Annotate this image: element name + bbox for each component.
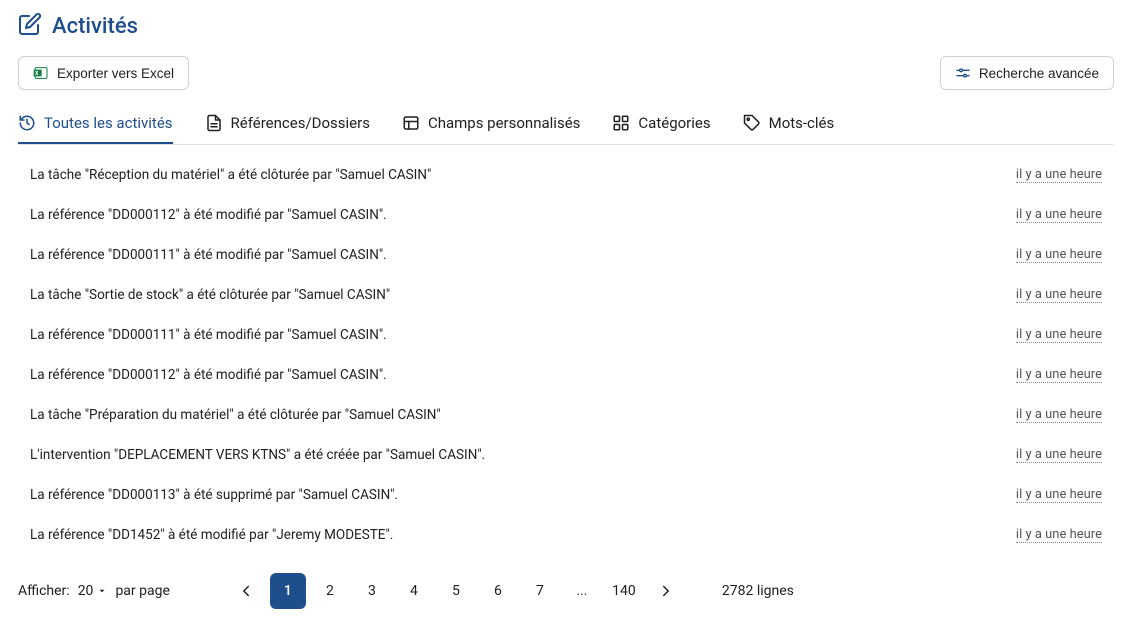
edit-square-icon xyxy=(18,12,42,40)
page-size-select[interactable]: 20 xyxy=(78,583,108,599)
tab-label: Références/Dossiers xyxy=(231,114,370,132)
activity-time[interactable]: il y a une heure xyxy=(1016,327,1102,343)
activity-time[interactable]: il y a une heure xyxy=(1016,407,1102,423)
activity-row: La référence "DD000113" à été supprimé p… xyxy=(18,475,1114,515)
page-button-5[interactable]: 5 xyxy=(438,573,474,609)
activity-text: La tâche "Sortie de stock" a été clôturé… xyxy=(30,287,390,303)
tab-custom-fields[interactable]: Champs personnalisés xyxy=(402,106,580,144)
chevron-right-icon xyxy=(657,582,675,600)
activity-row: L'intervention "DEPLACEMENT VERS KTNS" a… xyxy=(18,435,1114,475)
activity-time[interactable]: il y a une heure xyxy=(1016,167,1102,183)
activity-time[interactable]: il y a une heure xyxy=(1016,527,1102,543)
page-button-4[interactable]: 4 xyxy=(396,573,432,609)
page-button-7[interactable]: 7 xyxy=(522,573,558,609)
activity-text: La référence "DD000111" à été modifié pa… xyxy=(30,247,387,263)
activity-text: La référence "DD000112" à été modifié pa… xyxy=(30,367,387,383)
tab-label: Champs personnalisés xyxy=(428,114,580,132)
page-ellipsis: ... xyxy=(564,573,600,609)
advanced-search-label: Recherche avancée xyxy=(979,66,1099,81)
activity-time[interactable]: il y a une heure xyxy=(1016,367,1102,383)
advanced-search-button[interactable]: Recherche avancée xyxy=(940,56,1114,90)
page-title: Activités xyxy=(52,14,138,39)
tab-all-activities[interactable]: Toutes les activités xyxy=(18,106,173,144)
tab-keywords[interactable]: Mots-clés xyxy=(743,106,835,144)
show-label: Afficher: xyxy=(18,583,70,599)
page-button-1[interactable]: 1 xyxy=(270,573,306,609)
activity-time[interactable]: il y a une heure xyxy=(1016,447,1102,463)
activity-row: La tâche "Préparation du matériel" a été… xyxy=(18,395,1114,435)
tab-label: Toutes les activités xyxy=(44,114,173,132)
tab-references[interactable]: Références/Dossiers xyxy=(205,106,370,144)
per-page-label: par page xyxy=(115,583,169,599)
activity-text: La référence "DD000111" à été modifié pa… xyxy=(30,327,387,343)
total-rows: 2782 lignes xyxy=(722,583,794,599)
activity-row: La référence "DD1452" à été modifié par … xyxy=(18,515,1114,555)
activity-row: La référence "DD000112" à été modifié pa… xyxy=(18,195,1114,235)
activity-text: La tâche "Réception du matériel" a été c… xyxy=(30,167,431,183)
pagination: Afficher: 20 par page 1 2 3 4 5 6 7 ... … xyxy=(18,555,1114,619)
caret-down-icon xyxy=(97,586,107,596)
page-next-button[interactable] xyxy=(648,573,684,609)
sliders-icon xyxy=(955,65,971,81)
export-excel-label: Exporter vers Excel xyxy=(57,66,174,81)
activity-text: L'intervention "DEPLACEMENT VERS KTNS" a… xyxy=(30,447,485,463)
tab-label: Mots-clés xyxy=(769,114,835,132)
tab-categories[interactable]: Catégories xyxy=(612,106,710,144)
activity-text: La référence "DD000113" à été supprimé p… xyxy=(30,487,398,503)
page-button-3[interactable]: 3 xyxy=(354,573,390,609)
page-header: Activités xyxy=(18,12,1114,40)
chevron-left-icon xyxy=(237,582,255,600)
page-size-value: 20 xyxy=(78,583,94,599)
page-button-2[interactable]: 2 xyxy=(312,573,348,609)
activity-list: La tâche "Réception du matériel" a été c… xyxy=(18,155,1114,555)
activity-row: La référence "DD000111" à été modifié pa… xyxy=(18,315,1114,355)
activity-text: La référence "DD000112" à été modifié pa… xyxy=(30,207,387,223)
activity-row: La tâche "Réception du matériel" a été c… xyxy=(18,155,1114,195)
activity-time[interactable]: il y a une heure xyxy=(1016,487,1102,503)
activity-text: La référence "DD1452" à été modifié par … xyxy=(30,527,393,543)
tab-label: Catégories xyxy=(638,114,710,132)
page-button-last[interactable]: 140 xyxy=(606,573,642,609)
page-prev-button[interactable] xyxy=(228,573,264,609)
activity-time[interactable]: il y a une heure xyxy=(1016,207,1102,223)
export-excel-button[interactable]: Exporter vers Excel xyxy=(18,56,189,90)
tabs: Toutes les activités Références/Dossiers… xyxy=(18,106,1114,145)
excel-icon xyxy=(33,65,49,81)
activity-time[interactable]: il y a une heure xyxy=(1016,247,1102,263)
activity-row: La référence "DD000111" à été modifié pa… xyxy=(18,235,1114,275)
activity-row: La référence "DD000112" à été modifié pa… xyxy=(18,355,1114,395)
activity-text: La tâche "Préparation du matériel" a été… xyxy=(30,407,441,423)
activity-time[interactable]: il y a une heure xyxy=(1016,287,1102,303)
activity-row: La tâche "Sortie de stock" a été clôturé… xyxy=(18,275,1114,315)
page-button-6[interactable]: 6 xyxy=(480,573,516,609)
